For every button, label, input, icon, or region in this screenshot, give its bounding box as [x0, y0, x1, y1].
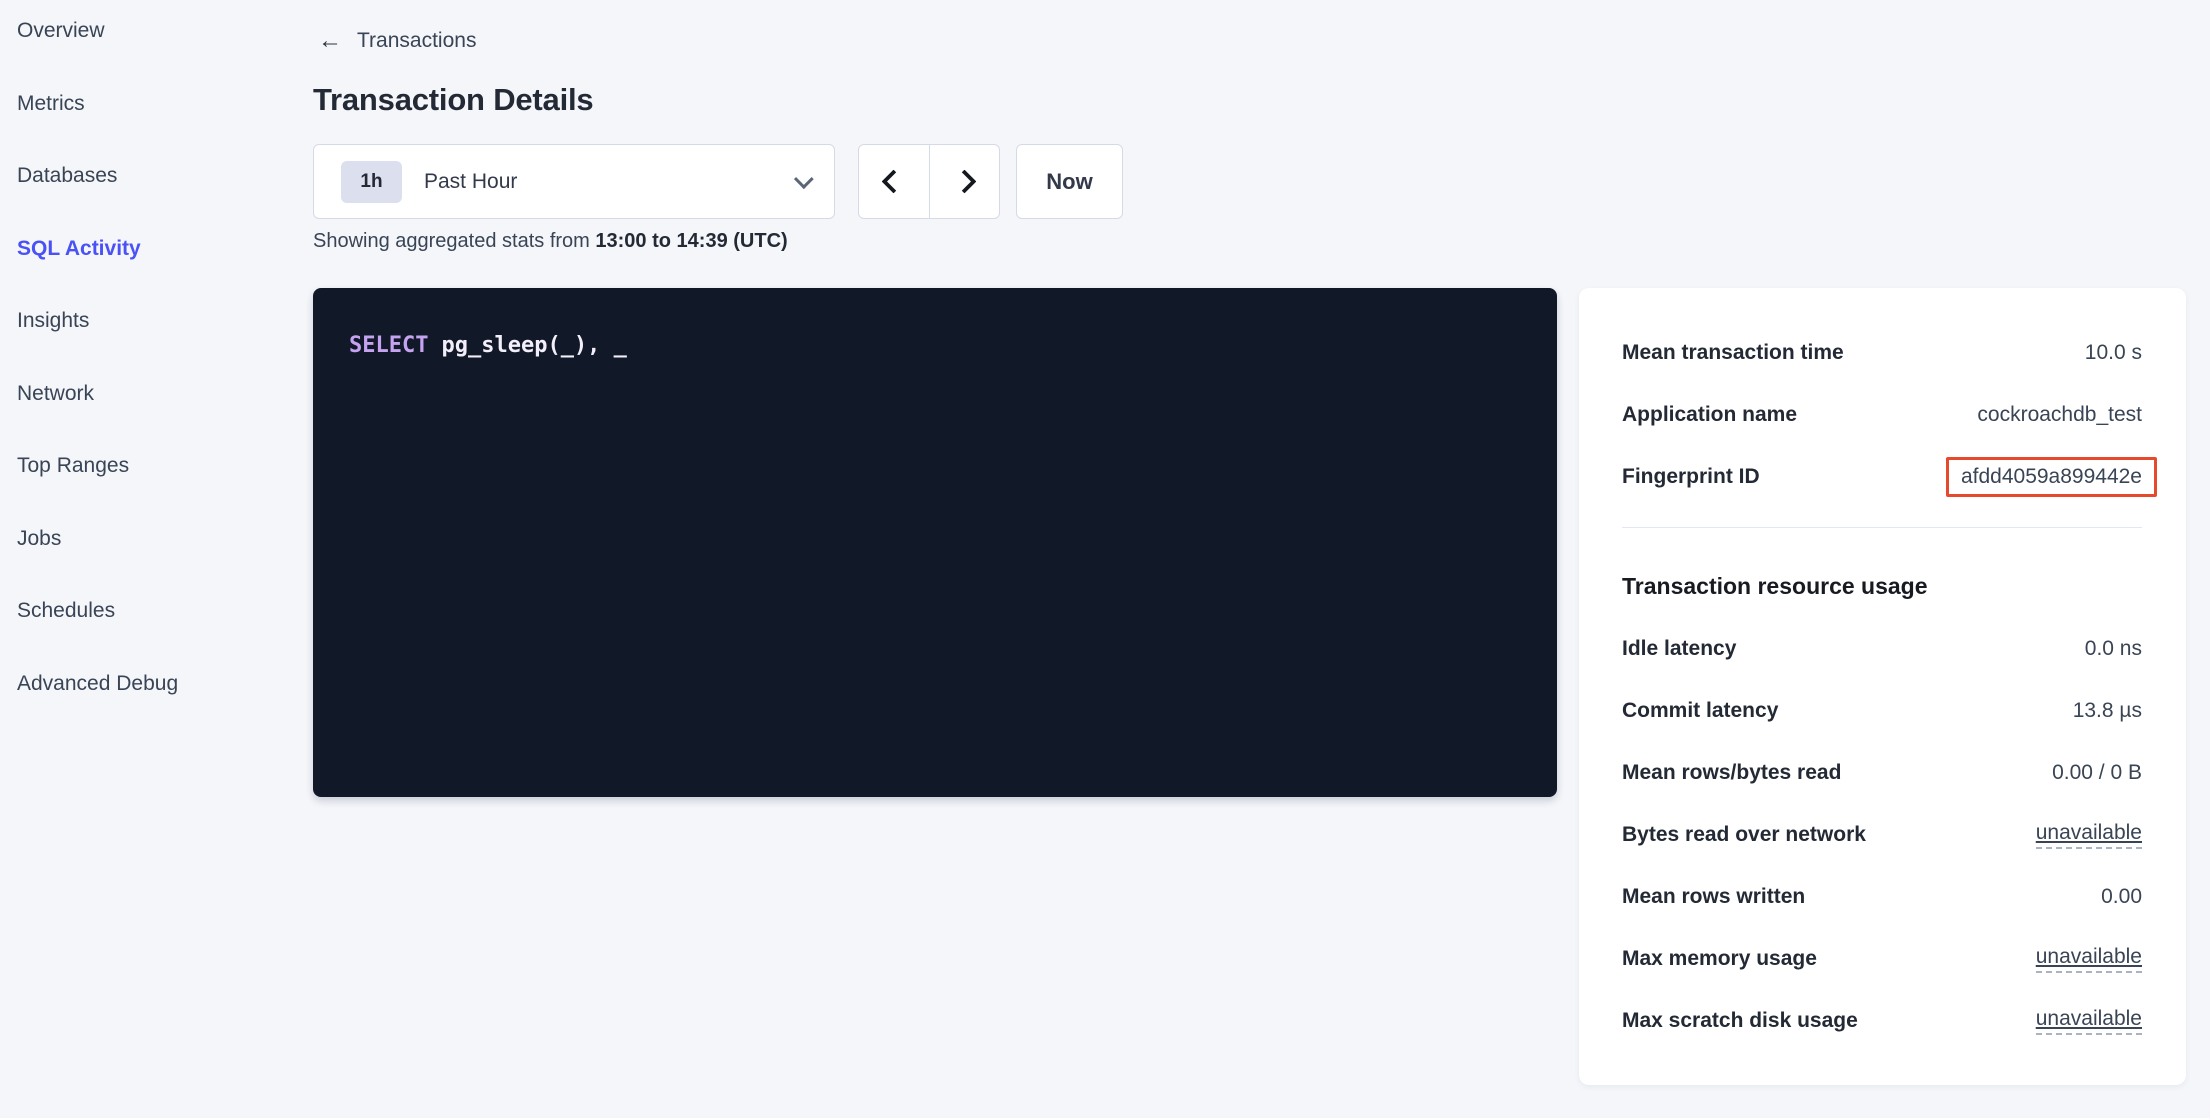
time-range-badge: 1h	[341, 161, 402, 203]
sidebar-item-advanced-debug[interactable]: Advanced Debug	[0, 648, 300, 721]
aggregated-stats-summary: Showing aggregated stats from 13:00 to 1…	[313, 230, 788, 253]
sql-statement-text: pg_sleep(_), _	[441, 333, 626, 358]
annotation-highlight-box: afdd4059a899442e	[1946, 457, 2157, 497]
detail-value: 0.0 ns	[2085, 637, 2142, 661]
detail-value: cockroachdb_test	[1977, 403, 2142, 427]
chevron-down-icon	[794, 169, 814, 189]
detail-row-fingerprint-id: Fingerprint ID afdd4059a899442e	[1622, 446, 2142, 508]
sidebar-item-overview[interactable]: Overview	[0, 0, 300, 68]
detail-label: Fingerprint ID	[1622, 465, 1760, 489]
sidebar-item-schedules[interactable]: Schedules	[0, 575, 300, 648]
sidebar-item-jobs[interactable]: Jobs	[0, 503, 300, 576]
detail-label: Idle latency	[1622, 637, 1736, 661]
resource-row-max-scratch-disk-usage: Max scratch disk usage unavailable	[1622, 990, 2142, 1052]
sidebar-item-databases[interactable]: Databases	[0, 140, 300, 213]
sidebar-item-network[interactable]: Network	[0, 358, 300, 431]
transaction-details-card: Mean transaction time 10.0 s Application…	[1579, 288, 2186, 1085]
detail-value: 13.8 µs	[2073, 699, 2142, 723]
sidebar-item-sql-activity[interactable]: SQL Activity	[0, 213, 300, 286]
sidebar: Overview Metrics Databases SQL Activity …	[0, 0, 300, 720]
detail-label: Mean rows/bytes read	[1622, 761, 1841, 785]
back-to-transactions-link[interactable]: ← Transactions	[318, 26, 476, 56]
resource-row-idle-latency: Idle latency 0.0 ns	[1622, 618, 2142, 680]
sql-keyword: SELECT	[349, 333, 428, 358]
detail-label: Mean rows written	[1622, 885, 1805, 909]
detail-label: Commit latency	[1622, 699, 1778, 723]
detail-label: Application name	[1622, 403, 1797, 427]
card-divider	[1622, 527, 2142, 528]
resource-usage-rows: Idle latency 0.0 ns Commit latency 13.8 …	[1622, 618, 2142, 1052]
resource-row-mean-rows-bytes-read: Mean rows/bytes read 0.00 / 0 B	[1622, 742, 2142, 804]
resource-row-mean-rows-written: Mean rows written 0.00	[1622, 866, 2142, 928]
time-range-dropdown[interactable]: 1h Past Hour	[313, 144, 835, 219]
detail-value: 0.00 / 0 B	[2052, 761, 2142, 785]
previous-time-range-button[interactable]	[859, 145, 930, 218]
sidebar-item-insights[interactable]: Insights	[0, 285, 300, 358]
time-range-pager	[858, 144, 1000, 219]
now-button[interactable]: Now	[1016, 144, 1123, 219]
time-range-selected-label: Past Hour	[424, 170, 517, 194]
next-time-range-button[interactable]	[930, 145, 1000, 218]
detail-label: Max memory usage	[1622, 947, 1817, 971]
detail-row-mean-transaction-time: Mean transaction time 10.0 s	[1622, 322, 2142, 384]
detail-value: 0.00	[2101, 885, 2142, 909]
sidebar-item-top-ranges[interactable]: Top Ranges	[0, 430, 300, 503]
resource-row-commit-latency: Commit latency 13.8 µs	[1622, 680, 2142, 742]
resource-row-max-memory-usage: Max memory usage unavailable	[1622, 928, 2142, 990]
back-link-label: Transactions	[357, 29, 476, 53]
unavailable-value-tooltip-anchor[interactable]: unavailable	[2036, 821, 2142, 849]
detail-label: Mean transaction time	[1622, 341, 1844, 365]
resource-usage-section-title: Transaction resource usage	[1622, 571, 2142, 601]
unavailable-value-tooltip-anchor[interactable]: unavailable	[2036, 945, 2142, 973]
stats-summary-prefix: Showing aggregated stats from	[313, 230, 595, 252]
resource-row-bytes-read-over-network: Bytes read over network unavailable	[1622, 804, 2142, 866]
detail-row-application-name: Application name cockroachdb_test	[1622, 384, 2142, 446]
detail-label: Max scratch disk usage	[1622, 1009, 1858, 1033]
sql-statement-box: SELECT pg_sleep(_), _	[313, 288, 1557, 797]
chevron-right-icon	[952, 169, 976, 193]
detail-label: Bytes read over network	[1622, 823, 1866, 847]
unavailable-value-tooltip-anchor[interactable]: unavailable	[2036, 1007, 2142, 1035]
fingerprint-id-value: afdd4059a899442e	[1961, 465, 2142, 488]
chevron-left-icon	[882, 169, 906, 193]
back-arrow-icon: ←	[318, 29, 342, 53]
stats-summary-range: 13:00 to 14:39 (UTC)	[595, 230, 787, 252]
detail-value: 10.0 s	[2085, 341, 2142, 365]
page-title: Transaction Details	[313, 82, 593, 118]
time-picker-row: 1h Past Hour Now	[313, 144, 1123, 219]
sidebar-item-metrics[interactable]: Metrics	[0, 68, 300, 141]
